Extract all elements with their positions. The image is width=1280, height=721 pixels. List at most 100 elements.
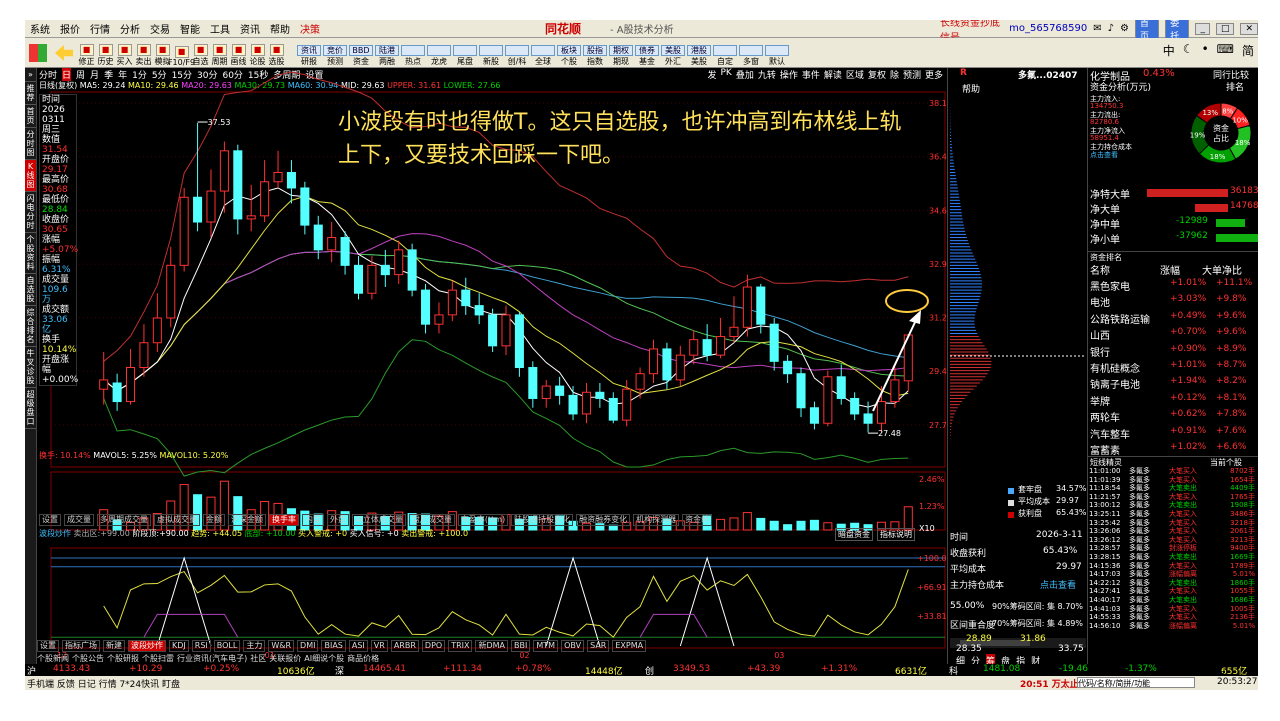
- side-tab[interactable]: 牛叉诊股: [25, 347, 36, 388]
- side-tab[interactable]: 自选股: [25, 274, 36, 306]
- bottom-tab[interactable]: 主力: [243, 640, 266, 652]
- side-tab[interactable]: 分时图: [25, 128, 36, 160]
- rank-name[interactable]: 银行: [1090, 344, 1110, 359]
- bottom-tab[interactable]: SAR: [587, 640, 610, 652]
- moon-icon[interactable]: ☾: [1183, 42, 1194, 59]
- rank-name[interactable]: 有机硅概念: [1090, 360, 1140, 375]
- menu-item[interactable]: 资讯: [235, 21, 265, 36]
- indicator-tab[interactable]: 换手率: [269, 514, 299, 526]
- toolbar2-button[interactable]: 股指 指数: [582, 39, 608, 67]
- info-tab[interactable]: 商品价格: [347, 653, 379, 664]
- keyboard-icon[interactable]: ⌨: [1217, 42, 1234, 59]
- rank-name[interactable]: 黑色家电: [1090, 278, 1130, 293]
- bottom-tab[interactable]: DPO: [421, 640, 446, 652]
- rank-name[interactable]: 山西: [1090, 327, 1110, 342]
- indicator-tab[interactable]: 金额: [203, 514, 225, 526]
- toolbar2-button[interactable]: 竞价 预测: [322, 39, 348, 67]
- trade-row[interactable]: 13:25:11 多氟多 大笔买入 3486手: [1087, 510, 1258, 519]
- toolbar2-button[interactable]: 自定: [712, 39, 738, 67]
- indicator-tab[interactable]: 资金统: [682, 514, 713, 526]
- bottom-tab[interactable]: 新DMA: [475, 640, 509, 652]
- menu-item[interactable]: 工具: [205, 21, 235, 36]
- info-tab[interactable]: 个股公告: [72, 653, 104, 664]
- side-tab-active[interactable]: K线图: [25, 160, 36, 192]
- flow-value[interactable]: 点击查看: [1090, 150, 1118, 160]
- menu-item[interactable]: 决策: [295, 21, 325, 36]
- toolbar2-button[interactable]: 美股 外汇: [660, 39, 686, 67]
- bottom-tab[interactable]: DMI: [297, 640, 319, 652]
- grid-icon[interactable]: [25, 39, 51, 67]
- bottom-tab[interactable]: BBI: [511, 640, 531, 652]
- bottom-tab[interactable]: 设置: [37, 640, 59, 652]
- side-tab-expand[interactable]: »: [25, 68, 36, 82]
- side-tab-home[interactable]: 首页: [25, 105, 36, 128]
- search-input[interactable]: 代码/名称/简拼/功能: [1077, 677, 1195, 688]
- stock-name[interactable]: 多氟...02407: [1018, 68, 1078, 81]
- indicator-tab[interactable]: 设置: [39, 514, 61, 526]
- toolbar-button[interactable]: ■ 自选: [191, 39, 210, 67]
- menu-item[interactable]: 报价: [55, 21, 85, 36]
- indicator-tab[interactable]: 陆股通持股变化: [511, 514, 574, 526]
- gear-icon[interactable]: ⚙: [1120, 23, 1129, 34]
- trade-row[interactable]: 11:01:00 多氟多 大笔买入 8702手: [1087, 467, 1258, 476]
- info-tab[interactable]: 关联报价: [269, 653, 301, 664]
- rank-head-ratio[interactable]: 大单净比: [1202, 262, 1242, 277]
- bottom-tab[interactable]: 新建: [103, 640, 125, 652]
- bottom-tab[interactable]: KDJ: [169, 640, 189, 652]
- toolbar2-button[interactable]: 多窗: [738, 39, 764, 67]
- bottom-tab[interactable]: TRIX: [448, 640, 473, 652]
- trade-row[interactable]: 14:40:17 多氟多 大笔卖出 1686手: [1087, 596, 1258, 605]
- user-name[interactable]: mo_565768590: [1009, 23, 1087, 34]
- rank-name[interactable]: 电池: [1090, 294, 1110, 309]
- toolbar-button[interactable]: ■ 选股: [267, 39, 286, 67]
- indicator-tab[interactable]: 沪深金额: [228, 514, 266, 526]
- idx-sz-value[interactable]: 14465.41: [363, 664, 406, 674]
- trade-row[interactable]: 14:56:10 多氟多 涨幅偏离 5.01%: [1087, 622, 1258, 631]
- idx-kc-value[interactable]: 1481.08: [983, 664, 1020, 674]
- info-tab[interactable]: 个股研报: [107, 653, 139, 664]
- menu-item[interactable]: 系统: [25, 21, 55, 36]
- status-left[interactable]: 手机端 反馈 日记 行情 7*24快讯 盯盘: [27, 677, 180, 690]
- toolbar2-button[interactable]: 尾盘: [452, 39, 478, 67]
- rank-head-change[interactable]: 涨幅: [1160, 262, 1180, 277]
- mail-icon[interactable]: ✉: [1093, 23, 1101, 34]
- bottom-tab[interactable]: VR: [370, 640, 388, 652]
- help-link[interactable]: 帮助: [962, 82, 980, 95]
- bottom-tab[interactable]: BIAS: [321, 640, 346, 652]
- bottom-tab[interactable]: ARBR: [390, 640, 419, 652]
- toolbar2-button[interactable]: 创/科: [504, 39, 530, 67]
- bottom-tab[interactable]: ASI: [348, 640, 368, 652]
- trade-row[interactable]: 14:15:36 多氟多 大笔买入 1789手: [1087, 562, 1258, 571]
- side-tab[interactable]: 个股资料: [25, 233, 36, 274]
- rank-name[interactable]: 两轮车: [1090, 409, 1120, 424]
- side-tab-recommend[interactable]: 推荐: [25, 82, 36, 105]
- menu-item[interactable]: 行情: [85, 21, 115, 36]
- info-tab[interactable]: AI细说个股: [304, 653, 344, 664]
- indicator-tab[interactable]: 机构探测器: [633, 514, 680, 526]
- close-button[interactable]: ✕: [1240, 22, 1258, 35]
- indicator-tab[interactable]: AI立体成交量: [352, 514, 406, 526]
- indicator-tab[interactable]: 多周期成交量: [97, 514, 151, 526]
- toolbar-button[interactable]: ■ 买入: [115, 39, 134, 67]
- idx-sh-value[interactable]: 4133.43: [53, 664, 90, 674]
- toolbar2-button[interactable]: 港股 美股: [686, 39, 712, 67]
- toolbar2-button[interactable]: 热点: [400, 39, 426, 67]
- trade-row[interactable]: 14:17:03 多氟多 涨幅偏离 5.01%: [1087, 570, 1258, 579]
- info-tab[interactable]: 个股新闻: [37, 653, 69, 664]
- bottom-tab[interactable]: W&R: [268, 640, 295, 652]
- trade-row[interactable]: 11:18:54 多氟多 大笔卖出 4409手: [1087, 484, 1258, 493]
- trade-row[interactable]: 14:41:03 多氟多 大笔买入 1005手: [1087, 605, 1258, 614]
- side-tab[interactable]: 综合排名: [25, 306, 36, 347]
- dark-fund-button[interactable]: 暗盘资金: [835, 528, 873, 541]
- toolbar2-button[interactable]: 板块 个股: [556, 39, 582, 67]
- toolbar-button[interactable]: ■ 历史: [96, 39, 115, 67]
- bottom-tab[interactable]: OBV: [561, 640, 585, 652]
- maximize-button[interactable]: □: [1215, 22, 1235, 35]
- trade-row[interactable]: 13:28:15 多氟多 大笔卖出 1669手: [1087, 553, 1258, 562]
- rank-name[interactable]: 富蓄素: [1090, 442, 1120, 457]
- side-tab[interactable]: 闪电分时: [25, 192, 36, 233]
- toolbar2-button[interactable]: BBD 资金: [348, 39, 374, 67]
- lang-simple[interactable]: 简: [1242, 42, 1254, 59]
- info-tab[interactable]: 行业资讯(汽车电子): [177, 653, 247, 664]
- main-cost-link[interactable]: 点击查看: [1040, 578, 1076, 591]
